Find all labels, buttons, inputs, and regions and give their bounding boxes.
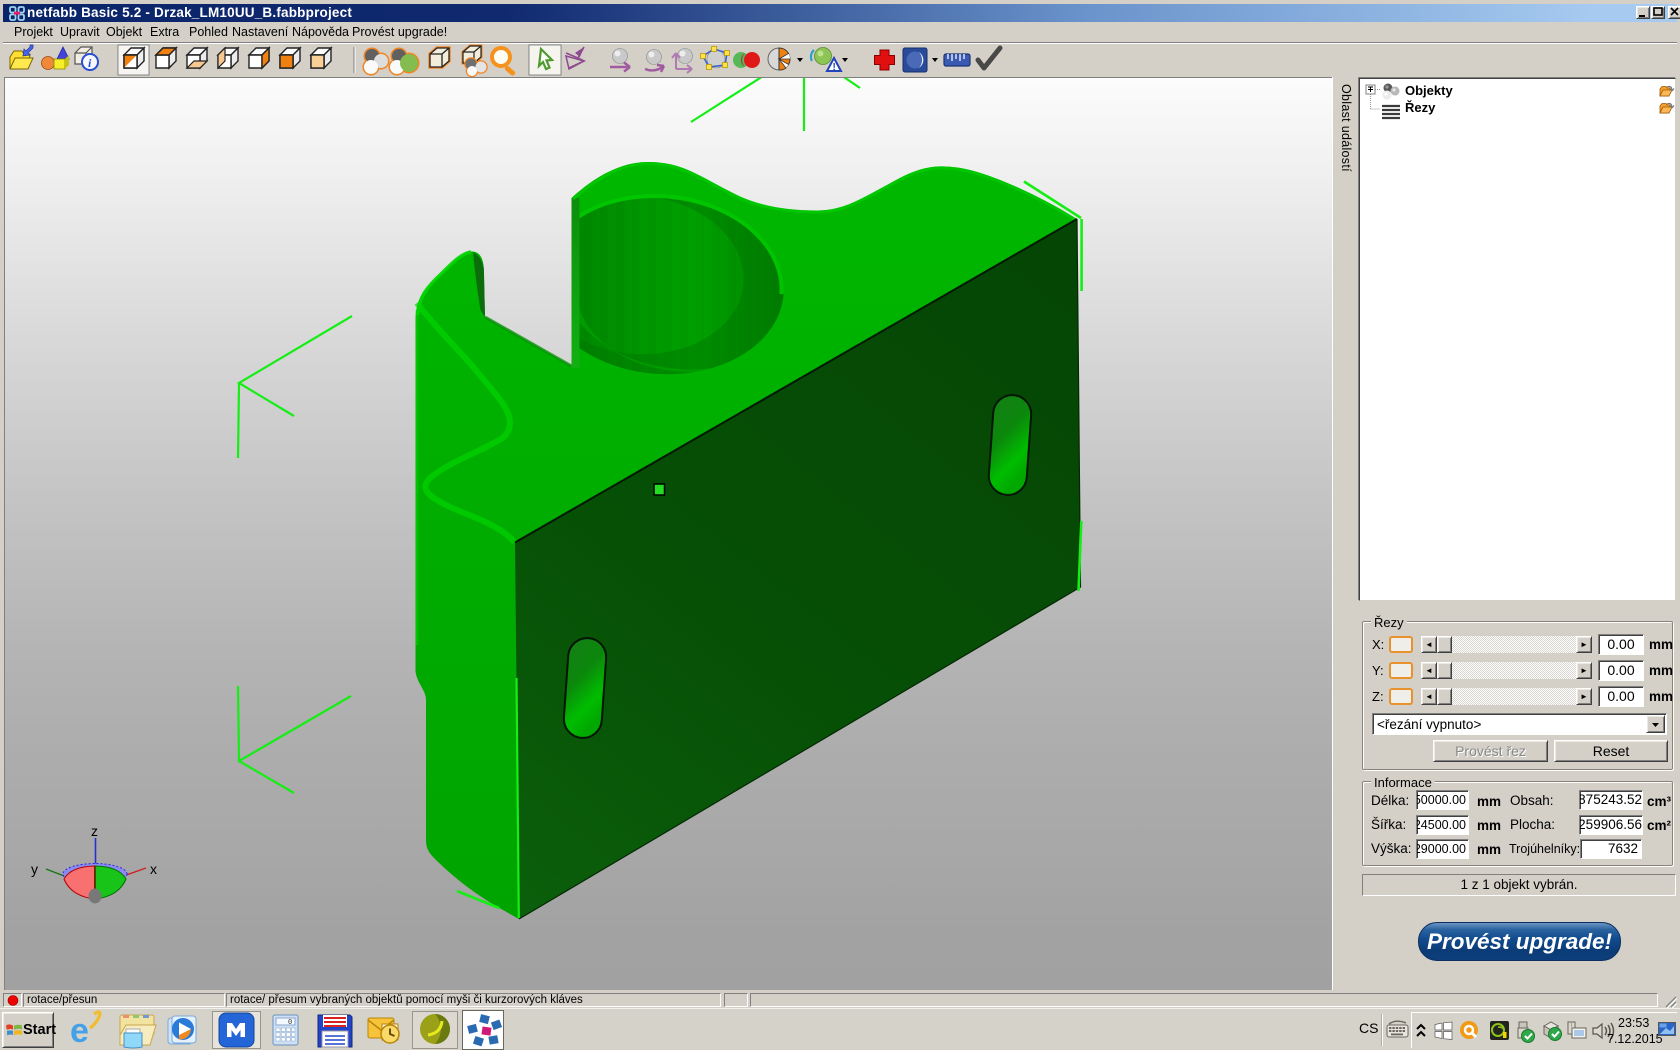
svg-text:!: !	[833, 62, 836, 73]
svg-text:y: y	[31, 861, 38, 877]
svg-text:z: z	[91, 823, 98, 839]
svg-text:0: 0	[288, 1019, 292, 1027]
svg-text:e: e	[70, 1012, 89, 1050]
svg-text:x: x	[150, 861, 157, 877]
